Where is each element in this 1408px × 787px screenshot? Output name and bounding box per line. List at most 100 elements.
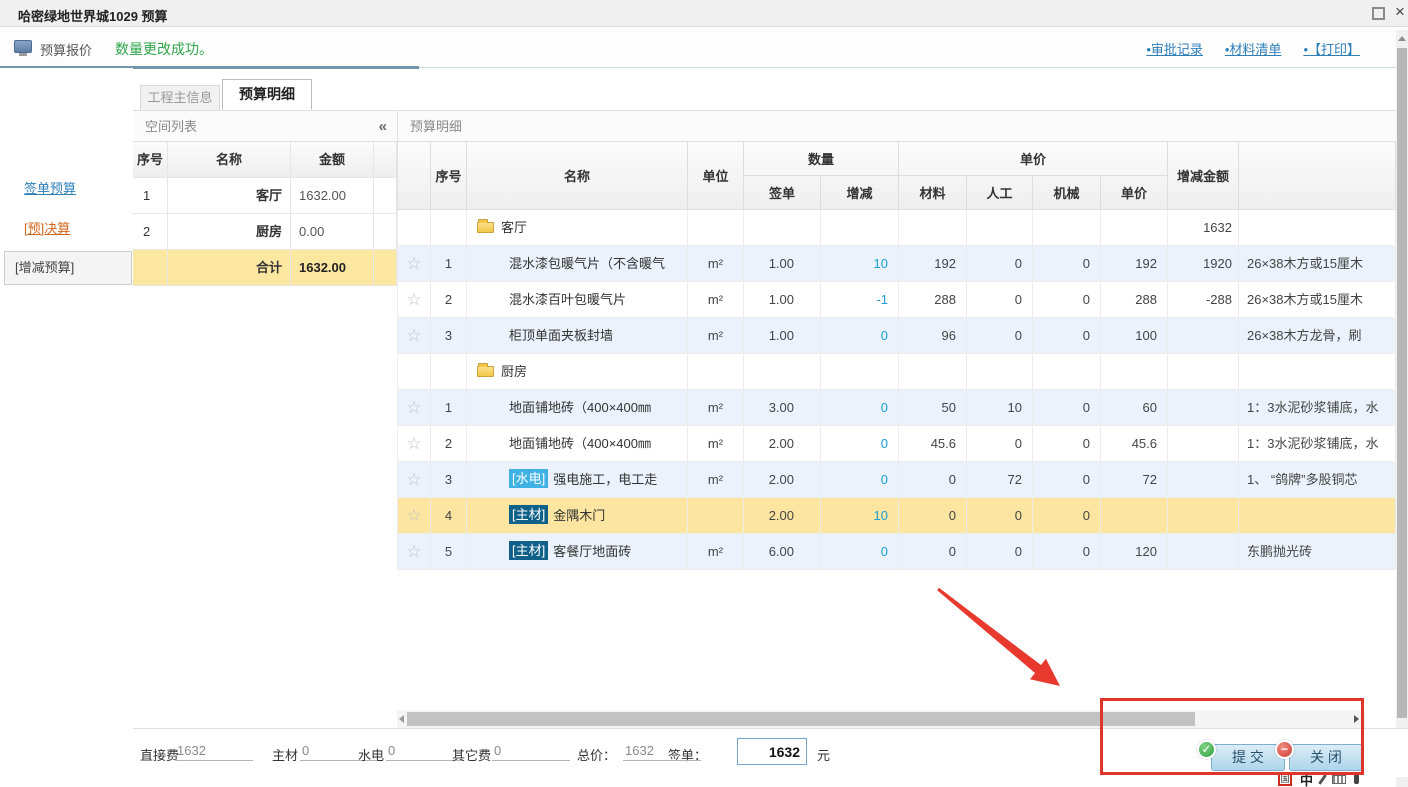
sidebar-item-2[interactable]: [增减预算] xyxy=(4,251,132,285)
price-material: 96 xyxy=(899,318,967,353)
item-seq: 1 xyxy=(431,390,467,425)
submit-button[interactable]: 提 交 xyxy=(1211,744,1285,771)
cell: 客厅 xyxy=(168,178,291,213)
qty-sign: 2.00 xyxy=(744,498,821,533)
group-row-厨房[interactable]: 厨房 xyxy=(398,354,1395,390)
item-name-text: 金隅木门 xyxy=(553,508,605,523)
space-total-row[interactable]: 合计1632.00 xyxy=(133,250,397,286)
scroll-up-icon[interactable] xyxy=(1398,36,1406,41)
qty-change: 0 xyxy=(821,462,899,497)
favorite-star-icon[interactable]: ☆ xyxy=(398,318,431,353)
item-row-强电施工，电工走[interactable]: ☆3[水电]强电施工，电工走m²2.0000720721、 “鸽牌”多股铜芯 xyxy=(398,462,1395,498)
cell xyxy=(821,354,899,389)
toolbar-link-2[interactable]: •【打印】 xyxy=(1303,42,1360,57)
item-seq: 2 xyxy=(431,282,467,317)
price-material: 0 xyxy=(899,534,967,569)
favorite-star-icon[interactable]: ☆ xyxy=(398,246,431,281)
item-row-客餐厅地面砖[interactable]: ☆5[主材]客餐厅地面砖m²6.000000120东鹏抛光砖 xyxy=(398,534,1395,570)
horizontal-scrollbar-thumb[interactable] xyxy=(407,712,1195,726)
horizontal-scrollbar[interactable] xyxy=(397,710,1365,728)
favorite-star-icon[interactable]: ☆ xyxy=(398,498,431,533)
group-name: 客厅 xyxy=(501,210,527,245)
sign-total-input[interactable] xyxy=(737,738,807,765)
vertical-scrollbar[interactable] xyxy=(1396,30,1408,787)
item-row-地面铺地砖（400×400㎜[interactable]: ☆1地面铺地砖（400×400㎜m²3.00050100601：3水泥砂浆铺底，… xyxy=(398,390,1395,426)
folder-icon xyxy=(477,222,494,233)
unit-price xyxy=(1101,498,1168,533)
toolbar-link-1[interactable]: •材料清单 xyxy=(1225,42,1282,57)
change-amount: 1920 xyxy=(1168,246,1239,281)
col-seq: 序号 xyxy=(431,142,467,210)
footer-label-3: 其它费 xyxy=(452,745,491,764)
item-row-混水漆包暖气片（不含暖气[interactable]: ☆1混水漆包暖气片（不含暖气m²1.001019200192192026×38木… xyxy=(398,246,1395,282)
tab-project-info[interactable]: 工程主信息 xyxy=(140,85,220,110)
close-button[interactable]: 关 闭 xyxy=(1289,744,1363,771)
col-unit-price: 单价 xyxy=(1101,176,1168,210)
favorite-star-icon[interactable]: ☆ xyxy=(398,282,431,317)
qty-sign: 1.00 xyxy=(744,246,821,281)
ime-menu-icon[interactable] xyxy=(1354,774,1359,784)
item-row-混水漆百叶包暖气片[interactable]: ☆2混水漆百叶包暖气片m²1.00-128800288-28826×38木方或1… xyxy=(398,282,1395,318)
item-row-柜顶单面夹板封墙[interactable]: ☆3柜顶单面夹板封墙m²1.000960010026×38木方龙骨，刷 xyxy=(398,318,1395,354)
cell: 厨房 xyxy=(168,214,291,249)
toolbar-link-0[interactable]: •审批记录 xyxy=(1146,42,1203,57)
unit-price: 60 xyxy=(1101,390,1168,425)
favorite-star-icon[interactable]: ☆ xyxy=(398,462,431,497)
vertical-scrollbar-thumb[interactable] xyxy=(1397,48,1407,718)
item-name: [主材]客餐厅地面砖 xyxy=(467,534,688,569)
space-col-no: 序号 xyxy=(133,142,168,177)
collapse-panel-icon[interactable]: « xyxy=(379,111,387,142)
scroll-left-icon[interactable] xyxy=(399,715,404,723)
group-row-客厅[interactable]: 客厅1632 xyxy=(398,210,1395,246)
item-row-地面铺地砖（400×400㎜[interactable]: ☆2地面铺地砖（400×400㎜m²2.00045.60045.61：3水泥砂浆… xyxy=(398,426,1395,462)
space-row-厨房[interactable]: 2厨房0.00 xyxy=(133,214,397,250)
close-minus-icon: − xyxy=(1275,740,1294,759)
favorite-star-icon[interactable]: ☆ xyxy=(398,534,431,569)
favorite-star-icon[interactable]: ☆ xyxy=(398,390,431,425)
scroll-right-icon[interactable] xyxy=(1354,715,1359,723)
qty-change: 0 xyxy=(821,534,899,569)
maximize-icon[interactable] xyxy=(1372,7,1385,20)
change-amount xyxy=(1168,426,1239,461)
space-table: 序号 名称 金额 1客厅1632.002厨房0.00合计1632.00 xyxy=(133,142,397,286)
unit-price: 192 xyxy=(1101,246,1168,281)
ime-flag-icon[interactable]: 国 xyxy=(1278,773,1292,786)
qty-change: 0 xyxy=(821,426,899,461)
price-labor: 10 xyxy=(967,390,1033,425)
badge-主材: [主材] xyxy=(509,541,548,560)
col-price-group: 单价 xyxy=(899,142,1168,176)
cell xyxy=(431,210,467,245)
qty-sign: 6.00 xyxy=(744,534,821,569)
change-amount xyxy=(1168,318,1239,353)
col-remark xyxy=(1239,142,1396,210)
budget-quote-icon xyxy=(14,40,32,53)
item-unit: m² xyxy=(688,534,744,569)
sidebar-item-1[interactable]: [预]决算 xyxy=(24,218,70,237)
ime-keyboard-icon[interactable] xyxy=(1332,775,1346,784)
footer-value-4: 1632 xyxy=(623,743,701,761)
tab-budget-detail[interactable]: 预算明细 xyxy=(222,79,312,110)
cell: 0.00 xyxy=(291,214,374,249)
item-row-金隅木门[interactable]: ☆4[主材]金隅木门2.0010000 xyxy=(398,498,1395,534)
close-icon[interactable]: × xyxy=(1392,2,1408,22)
item-name-text: 强电施工，电工走 xyxy=(553,472,657,487)
cell xyxy=(1239,210,1396,245)
col-qty-group: 数量 xyxy=(744,142,899,176)
favorite-star-icon[interactable]: ☆ xyxy=(398,426,431,461)
sidebar-item-0[interactable]: 签单预算 xyxy=(24,178,76,197)
item-name: 地面铺地砖（400×400㎜ xyxy=(467,390,688,425)
price-machine: 0 xyxy=(1033,462,1101,497)
change-amount: -288 xyxy=(1168,282,1239,317)
cell xyxy=(374,178,397,213)
space-row-客厅[interactable]: 1客厅1632.00 xyxy=(133,178,397,214)
price-labor: 0 xyxy=(967,498,1033,533)
price-material: 192 xyxy=(899,246,967,281)
cell xyxy=(744,210,821,245)
ime-pen-icon[interactable] xyxy=(1318,774,1327,785)
item-unit: m² xyxy=(688,282,744,317)
col-qty-sign: 签单 xyxy=(744,176,821,210)
space-list-title: 空间列表 xyxy=(145,119,197,134)
change-amount xyxy=(1168,390,1239,425)
ime-language-icon[interactable]: 中 xyxy=(1300,771,1313,787)
footer-label-4: 总价： xyxy=(577,745,616,764)
